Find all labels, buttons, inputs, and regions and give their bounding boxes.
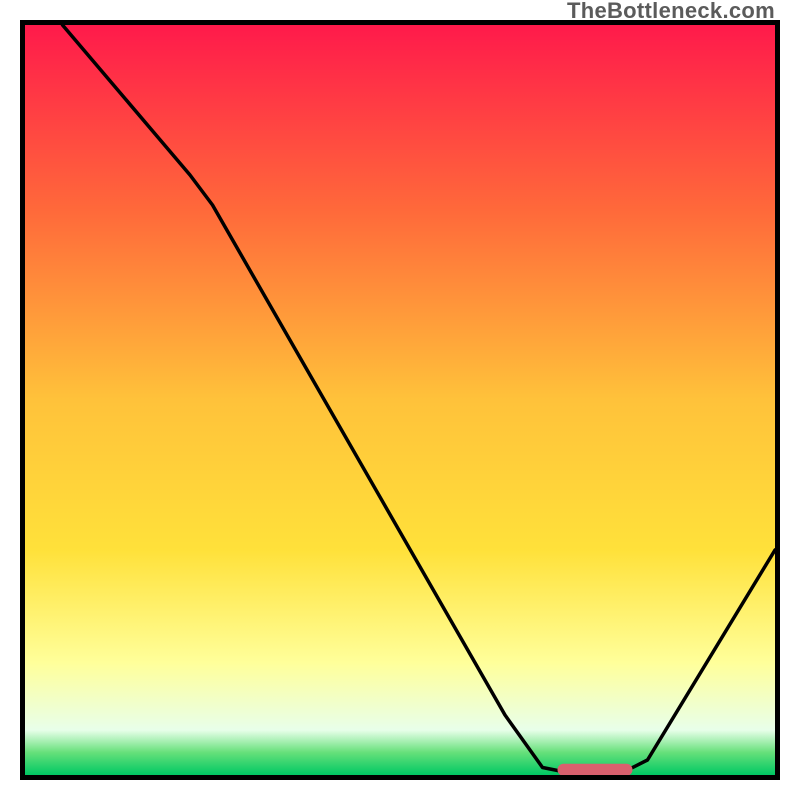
- optimal-range-marker: [558, 764, 633, 775]
- chart-background: [25, 25, 775, 775]
- bottleneck-chart: [25, 25, 775, 775]
- chart-frame: [20, 20, 780, 780]
